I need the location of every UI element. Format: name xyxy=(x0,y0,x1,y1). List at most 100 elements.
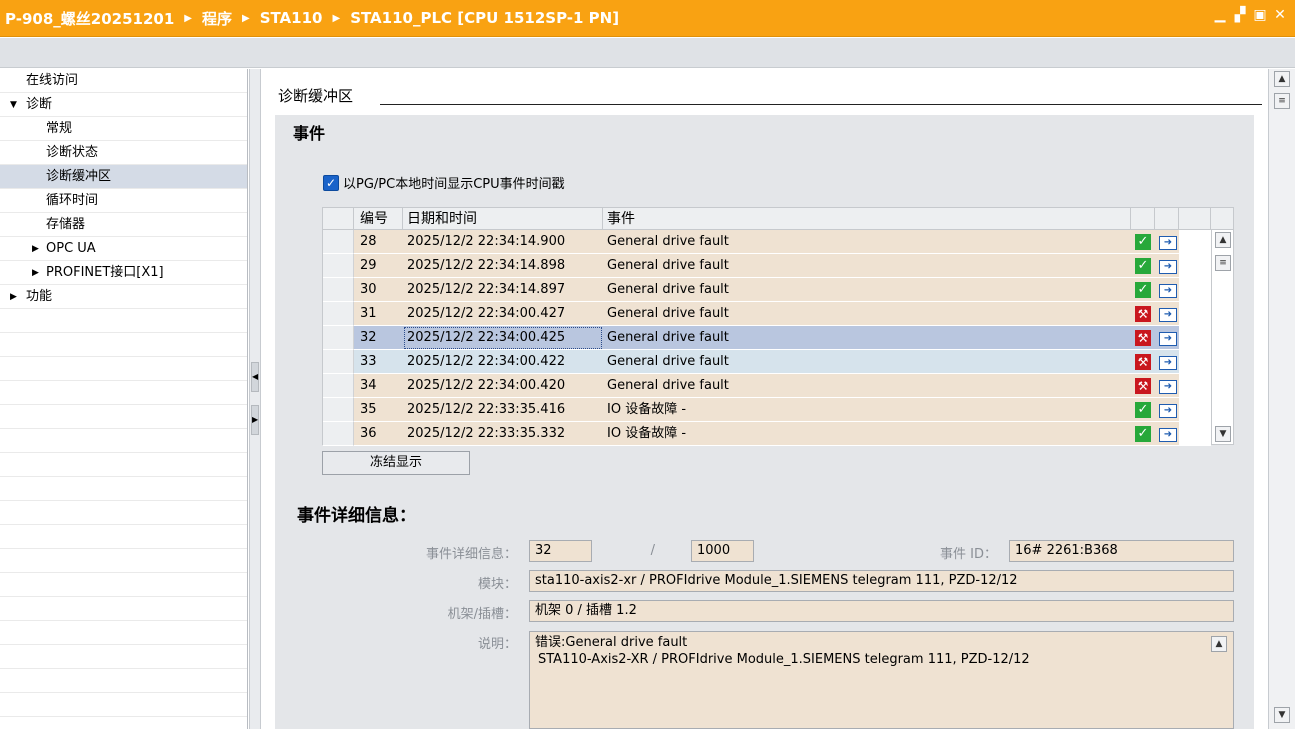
section-title: 诊断缓冲区 xyxy=(278,87,354,105)
cell-event: IO 设备故障 - xyxy=(603,398,1131,422)
incoming-event-icon: ➜ xyxy=(1159,308,1177,322)
description-line: STA110-Axis2-XR / PROFIdrive Module_1.SI… xyxy=(538,652,1030,667)
breadcrumb-separator-icon: ▶ xyxy=(241,12,250,24)
table-row[interactable]: 28 2025/12/2 22:34:14.900 General drive … xyxy=(323,230,1211,254)
cell-number: 31 xyxy=(354,302,403,326)
expand-right-icon[interactable]: ▶ xyxy=(10,285,17,309)
sidebar-item-label: 诊断 xyxy=(26,97,53,112)
red-wrench-icon: ⚒ xyxy=(1135,306,1151,322)
breadcrumb-project[interactable]: P-908_螺丝20251201 xyxy=(5,8,174,29)
cell-datetime: 2025/12/2 22:33:35.332 xyxy=(403,422,603,446)
row-selector[interactable] xyxy=(323,422,354,446)
sidebar-empty-row xyxy=(0,429,247,453)
table-row[interactable]: 36 2025/12/2 22:33:35.332 IO 设备故障 - ✓ ➜ xyxy=(323,422,1211,446)
red-wrench-icon: ⚒ xyxy=(1135,330,1151,346)
rack-slot-field[interactable]: 机架 0 / 插槽 1.2 xyxy=(529,600,1234,622)
sidebar-empty-row xyxy=(0,669,247,693)
sidebar-item-profinet[interactable]: ▶ PROFINET接口[X1] xyxy=(0,261,247,285)
event-detail-label: 事件详细信息： xyxy=(425,547,517,562)
row-selector[interactable] xyxy=(323,254,354,278)
breadcrumb: P-908_螺丝20251201 ▶ 程序 ▶ STA110 ▶ STA110_… xyxy=(5,8,619,29)
table-row[interactable]: 34 2025/12/2 22:34:00.420 General drive … xyxy=(323,374,1211,398)
local-time-checkbox-label: 以PG/PC本地时间显示CPU事件时间戳 xyxy=(343,177,565,192)
close-icon[interactable]: ✕ xyxy=(1273,8,1287,22)
expand-right-icon[interactable]: ▶ xyxy=(32,261,39,285)
table-row-selected[interactable]: 32 2025/12/2 22:34:00.425 General drive … xyxy=(323,326,1211,350)
navigation-sidebar: 在线访问 ▼ 诊断 常规 诊断状态 诊断缓冲区 循环时间 存储器 ▶ OPC UA … xyxy=(0,69,248,729)
cell-number: 35 xyxy=(354,398,403,422)
breadcrumb-program[interactable]: 程序 xyxy=(202,8,232,29)
table-row[interactable]: 29 2025/12/2 22:34:14.898 General drive … xyxy=(323,254,1211,278)
breadcrumb-station[interactable]: STA110 xyxy=(260,9,323,27)
restore-icon[interactable]: ▞ xyxy=(1233,8,1247,22)
incoming-event-icon: ➜ xyxy=(1159,332,1177,346)
table-header: 编号 日期和时间 事件 xyxy=(323,208,1233,230)
incoming-event-icon: ➜ xyxy=(1159,236,1177,250)
maximize-icon[interactable]: ▣ xyxy=(1253,8,1267,22)
sidebar-item-general[interactable]: 常规 xyxy=(0,117,247,141)
sidebar-item-diagnostic-status[interactable]: 诊断状态 xyxy=(0,141,247,165)
scroll-up-icon[interactable]: ▲ xyxy=(1215,232,1231,248)
scroll-down-icon[interactable]: ▼ xyxy=(1274,707,1290,723)
toolbar xyxy=(0,38,1295,68)
local-time-checkbox[interactable]: ✓ xyxy=(323,174,339,191)
sidebar-empty-row xyxy=(0,549,247,573)
sidebar-item-memory[interactable]: 存储器 xyxy=(0,213,247,237)
collapse-left-icon[interactable]: ◀ xyxy=(251,362,259,392)
breadcrumb-separator-icon: ▶ xyxy=(332,12,341,24)
sidebar-item-cycle-time[interactable]: 循环时间 xyxy=(0,189,247,213)
table-row[interactable]: 31 2025/12/2 22:34:00.427 General drive … xyxy=(323,302,1211,326)
local-time-option[interactable]: ✓ 以PG/PC本地时间显示CPU事件时间戳 xyxy=(323,173,565,192)
scroll-up-icon[interactable]: ▲ xyxy=(1274,71,1290,87)
scroll-thumb-icon[interactable]: ≡ xyxy=(1215,255,1231,271)
cell-datetime: 2025/12/2 22:34:14.897 xyxy=(403,278,603,302)
event-id-field[interactable]: 16# 2261:B368 xyxy=(1009,540,1234,562)
title-bar: P-908_螺丝20251201 ▶ 程序 ▶ STA110 ▶ STA110_… xyxy=(0,0,1295,37)
scroll-thumb-icon[interactable]: ≡ xyxy=(1274,93,1290,109)
row-selector[interactable] xyxy=(323,398,354,422)
cell-datetime: 2025/12/2 22:34:14.900 xyxy=(403,230,603,254)
expand-right-icon[interactable]: ▶ xyxy=(251,405,259,435)
minimize-icon[interactable]: ▁ xyxy=(1213,8,1227,22)
cell-event: General drive fault xyxy=(603,326,1131,350)
row-selector[interactable] xyxy=(323,278,354,302)
sidebar-item-online-access[interactable]: 在线访问 xyxy=(0,69,247,93)
module-field[interactable]: sta110-axis2-xr / PROFIdrive Module_1.SI… xyxy=(529,570,1234,592)
header-datetime[interactable]: 日期和时间 xyxy=(403,208,603,230)
panel-splitter[interactable]: ◀ ▶ xyxy=(249,69,261,729)
sidebar-item-diagnostics[interactable]: ▼ 诊断 xyxy=(0,93,247,117)
sidebar-item-functions[interactable]: ▶ 功能 xyxy=(0,285,247,309)
expand-down-icon[interactable]: ▼ xyxy=(10,93,17,117)
description-field[interactable]: 错误:General drive fault STA110-Axis2-XR /… xyxy=(529,631,1234,729)
sidebar-item-diagnostic-buffer[interactable]: 诊断缓冲区 xyxy=(0,165,247,189)
cell-datetime: 2025/12/2 22:34:00.427 xyxy=(403,302,603,326)
incoming-event-icon: ➜ xyxy=(1159,284,1177,298)
row-selector[interactable] xyxy=(323,326,354,350)
cell-number: 32 xyxy=(354,326,403,350)
page-scrollbar[interactable]: ▲ ≡ ▼ xyxy=(1268,69,1295,729)
table-row[interactable]: 33 2025/12/2 22:34:00.422 General drive … xyxy=(323,350,1211,374)
table-row[interactable]: 30 2025/12/2 22:34:14.897 General drive … xyxy=(323,278,1211,302)
header-type xyxy=(1155,208,1179,230)
scroll-up-icon[interactable]: ▲ xyxy=(1211,636,1227,652)
sidebar-item-opc-ua[interactable]: ▶ OPC UA xyxy=(0,237,247,261)
event-index-field[interactable]: 32 xyxy=(529,540,592,562)
sidebar-item-label: PROFINET接口[X1] xyxy=(46,265,164,280)
sidebar-empty-row xyxy=(0,573,247,597)
table-row[interactable]: 35 2025/12/2 22:33:35.416 IO 设备故障 - ✓ ➜ xyxy=(323,398,1211,422)
expand-right-icon[interactable]: ▶ xyxy=(32,237,39,261)
event-total-field[interactable]: 1000 xyxy=(691,540,754,562)
scroll-down-icon[interactable]: ▼ xyxy=(1215,426,1231,442)
cell-number: 36 xyxy=(354,422,403,446)
row-selector[interactable] xyxy=(323,302,354,326)
cell-datetime: 2025/12/2 22:34:00.422 xyxy=(403,350,603,374)
header-event[interactable]: 事件 xyxy=(603,208,1131,230)
row-selector[interactable] xyxy=(323,230,354,254)
row-selector[interactable] xyxy=(323,374,354,398)
header-number[interactable]: 编号 xyxy=(354,208,403,230)
freeze-display-button[interactable]: 冻结显示 xyxy=(322,451,470,475)
breadcrumb-plc[interactable]: STA110_PLC [CPU 1512SP-1 PN] xyxy=(350,9,619,27)
table-scrollbar[interactable]: ▲ ≡ ▼ xyxy=(1211,230,1233,444)
green-check-icon: ✓ xyxy=(1135,234,1151,250)
row-selector[interactable] xyxy=(323,350,354,374)
